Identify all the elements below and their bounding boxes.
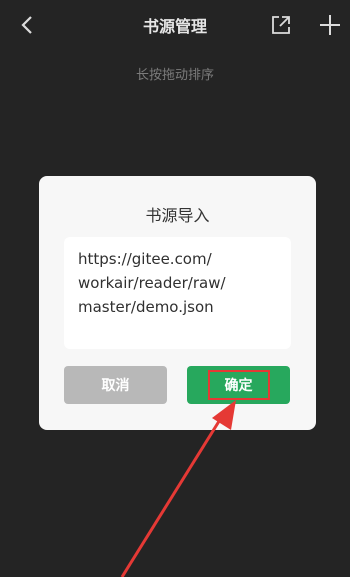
annotation-arrow-icon [120, 400, 236, 577]
